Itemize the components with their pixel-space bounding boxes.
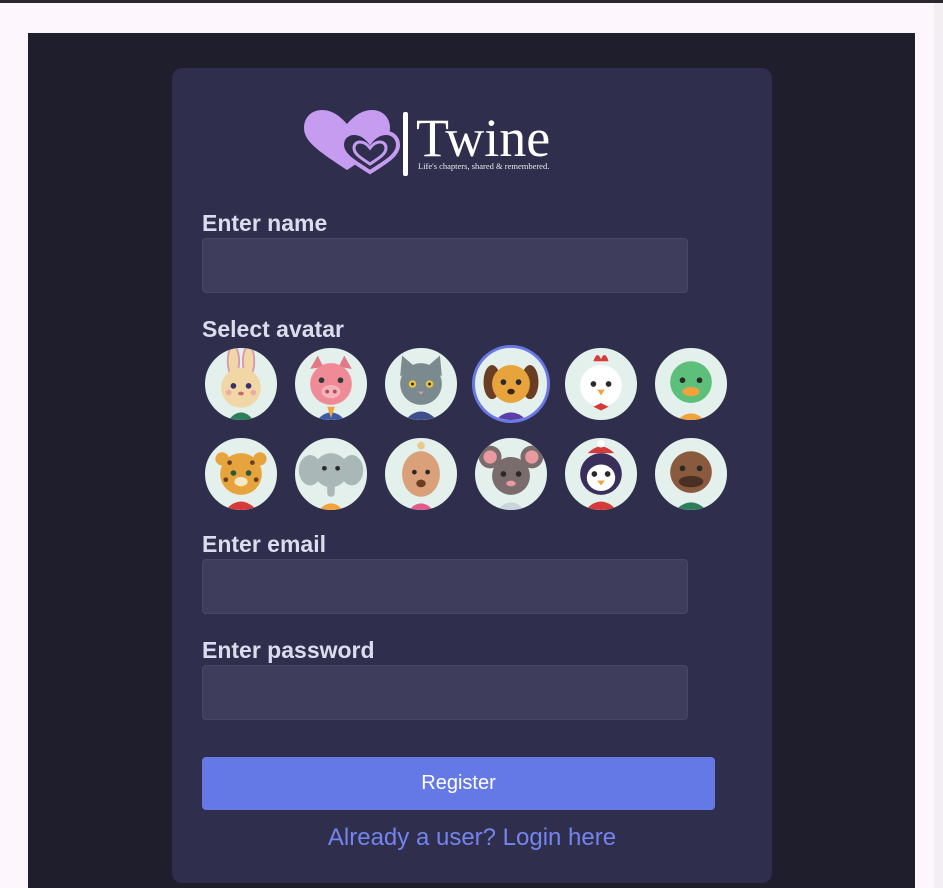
dog-icon <box>483 365 539 420</box>
hedgehog-icon <box>402 441 440 510</box>
mouse-icon <box>478 445 544 510</box>
bunny-icon <box>221 348 261 420</box>
avatar-penguin[interactable] <box>563 436 639 512</box>
pig-icon <box>310 355 352 420</box>
duck-icon <box>670 361 712 420</box>
email-label: Enter email <box>202 531 326 557</box>
avatar-leopard[interactable] <box>203 436 279 512</box>
elephant-icon <box>298 453 364 510</box>
avatar-hedgehog[interactable] <box>383 436 459 512</box>
password-field[interactable] <box>202 665 688 720</box>
hearts-icon <box>304 110 401 175</box>
logo-brand: Twine <box>416 108 550 168</box>
window-top-border <box>0 0 943 3</box>
cat-icon <box>400 355 442 420</box>
login-link[interactable]: Already a user? Login here <box>172 824 772 852</box>
register-card: Twine Life's chapters, shared & remember… <box>172 68 772 883</box>
avatar-pig[interactable] <box>293 346 369 422</box>
email-field[interactable] <box>202 559 688 614</box>
platypus-icon <box>670 451 712 510</box>
avatar-label: Select avatar <box>202 316 344 342</box>
avatar-mouse[interactable] <box>473 436 549 512</box>
register-button[interactable]: Register <box>202 757 715 810</box>
avatar-chicken[interactable] <box>563 346 639 422</box>
password-label: Enter password <box>202 637 375 663</box>
avatar-platypus[interactable] <box>653 436 729 512</box>
penguin-icon <box>580 439 622 510</box>
avatar-dog[interactable] <box>473 346 549 422</box>
avatar-cat[interactable] <box>383 346 459 422</box>
window-scroll-edge <box>934 3 943 888</box>
avatar-duck[interactable] <box>653 346 729 422</box>
avatar-bunny[interactable] <box>203 346 279 422</box>
leopard-icon <box>215 452 267 510</box>
twine-logo: Twine Life's chapters, shared & remember… <box>304 108 550 176</box>
avatar-elephant[interactable] <box>293 436 369 512</box>
name-label: Enter name <box>202 210 328 236</box>
logo-divider <box>403 112 408 176</box>
logo-tagline: Life's chapters, shared & remembered. <box>418 161 549 171</box>
name-field[interactable] <box>202 238 688 293</box>
chicken-icon <box>580 355 622 411</box>
